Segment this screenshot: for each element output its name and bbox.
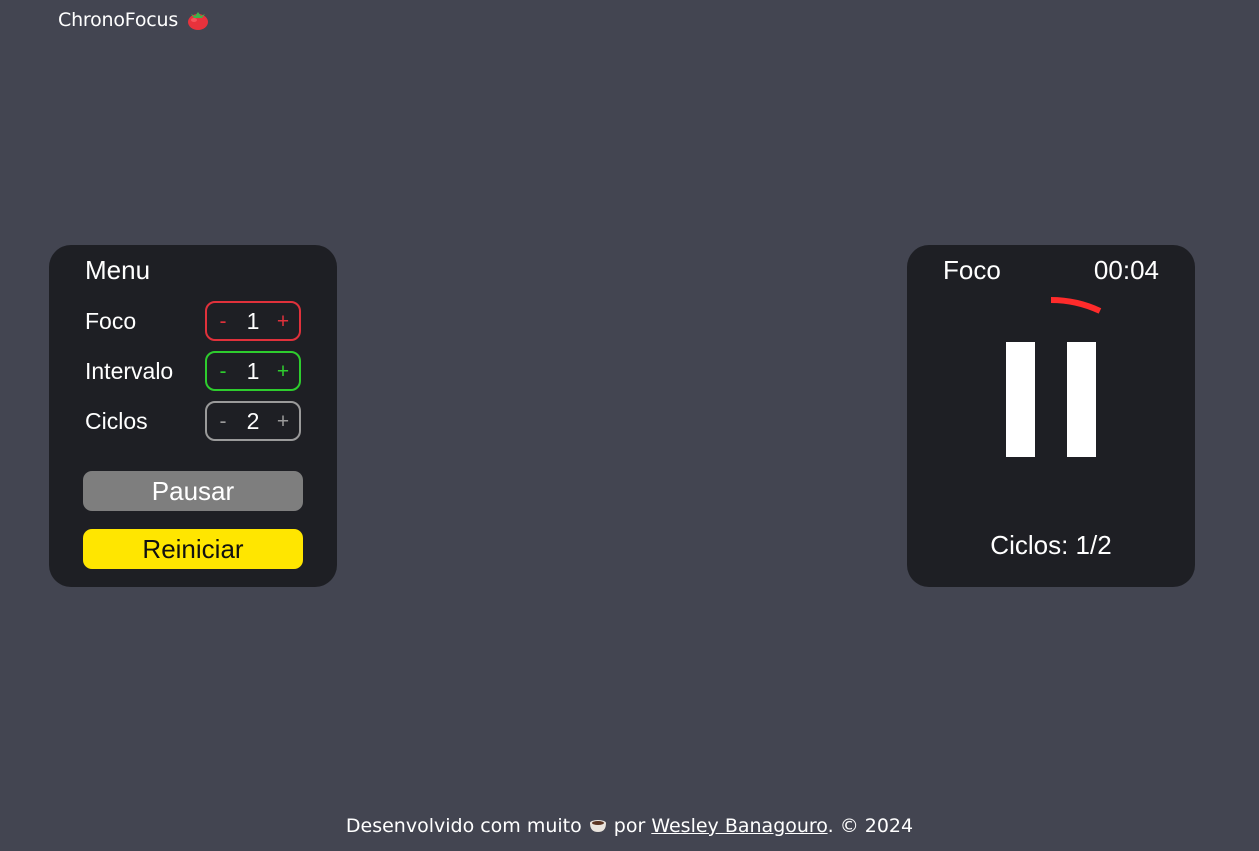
focus-stepper: - 1 +: [205, 301, 301, 341]
app-title: ChronoFocus: [58, 9, 179, 31]
pause-icon[interactable]: [1006, 342, 1096, 457]
tomato-icon: [188, 12, 209, 30]
timer-panel: Foco 00:04 Ciclos: 1/2: [907, 245, 1195, 587]
cycles-stepper: - 2 +: [205, 401, 301, 441]
pause-button[interactable]: Pausar: [83, 471, 303, 511]
reset-button[interactable]: Reiniciar: [83, 529, 303, 569]
cycles-increment-button[interactable]: +: [276, 411, 290, 432]
interval-decrement-button[interactable]: -: [216, 361, 230, 382]
progress-arc: [1050, 297, 1102, 314]
cycles-row: Ciclos - 2 +: [85, 399, 301, 443]
interval-value: 1: [246, 357, 260, 384]
interval-row: Intervalo - 1 +: [85, 349, 301, 393]
focus-increment-button[interactable]: +: [276, 311, 290, 332]
coffee-icon: [588, 815, 608, 840]
pause-icon-left-bar: [1006, 342, 1035, 457]
interval-label: Intervalo: [85, 357, 174, 384]
cycles-label: Ciclos: [85, 407, 148, 434]
menu-panel: Menu Foco - 1 + Intervalo - 1 + Ciclos -…: [49, 245, 337, 587]
focus-label: Foco: [85, 307, 137, 334]
focus-value: 1: [246, 307, 260, 334]
app-brand: ChronoFocus: [58, 9, 210, 31]
cycles-counter: Ciclos: 1/2: [990, 530, 1112, 560]
footer-text-before: Desenvolvido com muito: [345, 815, 582, 837]
menu-title: Menu: [85, 255, 151, 285]
footer: Desenvolvido com muito por Wesley Banagou…: [0, 815, 1259, 840]
footer-text-after: . © 2024: [827, 815, 914, 837]
pause-icon-right-bar: [1067, 342, 1096, 457]
cycles-decrement-button[interactable]: -: [216, 411, 230, 432]
footer-text-middle: por: [613, 815, 646, 837]
author-link[interactable]: Wesley Banagouro: [651, 815, 827, 837]
focus-row: Foco - 1 +: [85, 299, 301, 343]
interval-stepper: - 1 +: [205, 351, 301, 391]
focus-decrement-button[interactable]: -: [216, 311, 230, 332]
interval-increment-button[interactable]: +: [276, 361, 290, 382]
app-root: ChronoFocus Menu Foco - 1 + Intervalo - …: [0, 0, 1259, 851]
cycles-value: 2: [246, 407, 260, 434]
